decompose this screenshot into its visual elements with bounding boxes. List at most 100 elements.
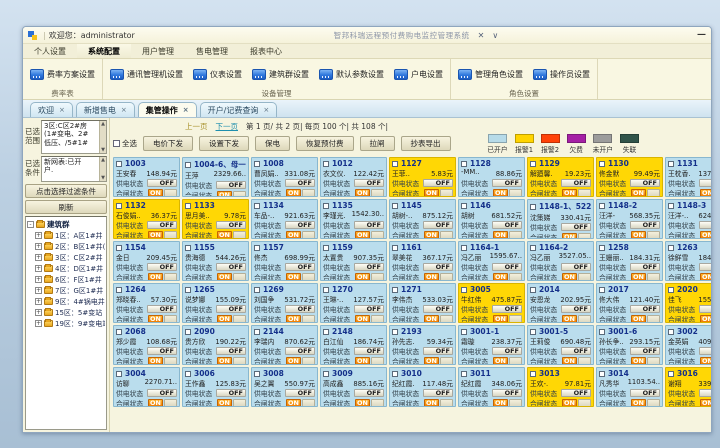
switch-on-button[interactable]: ON <box>562 233 577 239</box>
meter-card[interactable]: 3006王作鑫125.83元供电状态OFF合闸状态ON <box>182 367 249 407</box>
switch-on-button[interactable]: ON <box>700 399 711 407</box>
supply-off-button[interactable]: OFF <box>147 263 177 271</box>
supply-off-button[interactable]: OFF <box>630 179 660 187</box>
meter-card[interactable]: 1135李瑾光.1542.30..供电状态OFF合闸状态ON <box>320 199 387 239</box>
meter-card[interactable]: 3014凡秀华1103.54..供电状态OFF合闸状态ON <box>596 367 663 407</box>
card-checkbox[interactable] <box>530 161 536 167</box>
supply-off-button[interactable]: OFF <box>285 221 315 229</box>
meter-card[interactable]: 1146胡树681.52元供电状态OFF合闸状态ON <box>458 199 525 239</box>
expand-icon[interactable]: + <box>35 254 42 261</box>
switch-on-button[interactable]: ON <box>700 189 711 197</box>
expand-icon[interactable]: + <box>35 232 42 239</box>
meter-card[interactable]: 2144李瑞内870.62元供电状态OFF合闸状态ON <box>251 325 318 365</box>
ribbon-button-1-2[interactable]: 建筑群设置 <box>248 66 313 83</box>
card-checkbox[interactable] <box>185 329 191 335</box>
toolbar-button-0[interactable]: 电价下发 <box>143 136 193 151</box>
switch-on-button[interactable]: ON <box>148 315 163 323</box>
switch-on-button[interactable]: ON <box>355 189 370 197</box>
switch-on-button[interactable]: ON <box>355 357 370 365</box>
switch-on-button[interactable]: ON <box>631 231 646 239</box>
card-checkbox[interactable] <box>461 245 467 251</box>
meter-card[interactable]: 1148-3汪洋-..624.84元供电状态OFF合闸状态ON <box>665 199 711 239</box>
switch-on-button[interactable]: ON <box>355 315 370 323</box>
next-page-link[interactable]: 下一页 <box>216 121 239 132</box>
card-checkbox[interactable] <box>185 371 191 377</box>
card-checkbox[interactable] <box>323 161 329 167</box>
supply-off-button[interactable]: OFF <box>699 221 711 229</box>
card-checkbox[interactable] <box>116 161 122 167</box>
supply-off-button[interactable]: OFF <box>147 389 177 397</box>
switch-on-button[interactable]: ON <box>700 357 711 365</box>
meter-card[interactable]: 3010纪红霞.117.48元供电状态OFF合闸状态ON <box>389 367 456 407</box>
supply-off-button[interactable]: OFF <box>561 263 591 271</box>
card-checkbox[interactable] <box>323 287 329 293</box>
supply-off-button[interactable]: OFF <box>630 389 660 397</box>
supply-off-button[interactable]: OFF <box>354 347 384 355</box>
card-checkbox[interactable] <box>254 329 260 335</box>
card-checkbox[interactable] <box>392 245 398 251</box>
card-checkbox[interactable] <box>668 245 674 251</box>
switch-on-button[interactable]: ON <box>217 273 232 281</box>
meter-card[interactable]: 2014安恩龙202.95元供电状态OFF合闸状态ON <box>527 283 594 323</box>
card-checkbox[interactable] <box>668 161 674 167</box>
supply-off-button[interactable]: OFF <box>699 305 711 313</box>
close-icon[interactable]: ✕ <box>478 31 485 40</box>
card-checkbox[interactable] <box>254 203 260 209</box>
tree-item-7[interactable]: +15区：5#变站（3# <box>27 307 105 318</box>
tab-3[interactable]: 开户/记费查询× <box>200 102 278 117</box>
card-checkbox[interactable] <box>668 203 674 209</box>
meter-card[interactable]: 1127王菲..5.83元供电状态OFF合闸状态ON <box>389 157 456 197</box>
meter-card[interactable]: 1129解廼馨.19.23元供电状态OFF合闸状态ON <box>527 157 594 197</box>
card-checkbox[interactable] <box>116 203 122 209</box>
expand-icon[interactable]: + <box>35 243 42 250</box>
meter-card[interactable]: 3005牛红伟475.87元供电状态OFF合闸状态ON <box>458 283 525 323</box>
switch-on-button[interactable]: ON <box>562 357 577 365</box>
toolbar-button-1[interactable]: 设置下发 <box>199 136 249 151</box>
supply-off-button[interactable]: OFF <box>492 179 522 187</box>
card-checkbox[interactable] <box>530 204 536 210</box>
refresh-button[interactable]: 刷新 <box>25 200 107 214</box>
meter-card[interactable]: 1154金日209.45元供电状态OFF合闸状态ON <box>113 241 180 281</box>
meter-card[interactable]: 1134车品-..921.63元供电状态OFF合闸状态ON <box>251 199 318 239</box>
switch-on-button[interactable]: ON <box>355 231 370 239</box>
meter-card[interactable]: 3016谢翔339.29元供电状态OFF合闸状态ON <box>665 367 711 407</box>
card-checkbox[interactable] <box>254 161 260 167</box>
condition-listbox[interactable]: 新网表:已开户.▲▼ <box>41 156 107 182</box>
meter-card[interactable]: 2017佟大伟121.40元供电状态OFF合闸状态ON <box>596 283 663 323</box>
toolbar-button-2[interactable]: 保电 <box>255 136 290 151</box>
ribbon-button-1-1[interactable]: 仪表设置 <box>189 66 246 83</box>
supply-off-button[interactable]: OFF <box>216 263 246 271</box>
expand-icon[interactable]: + <box>35 309 42 316</box>
supply-off-button[interactable]: OFF <box>423 263 453 271</box>
supply-off-button[interactable]: OFF <box>354 221 384 229</box>
switch-on-button[interactable]: ON <box>493 357 508 365</box>
supply-off-button[interactable]: OFF <box>423 221 453 229</box>
card-checkbox[interactable] <box>323 245 329 251</box>
switch-on-button[interactable]: ON <box>148 231 163 239</box>
meter-card[interactable]: 1157佟杰698.99元供电状态OFF合闸状态ON <box>251 241 318 281</box>
card-checkbox[interactable] <box>185 162 191 168</box>
meter-card[interactable]: 1264郑晓春..57.30元供电状态OFF合闸状态ON <box>113 283 180 323</box>
switch-on-button[interactable]: ON <box>148 273 163 281</box>
card-checkbox[interactable] <box>185 287 191 293</box>
supply-off-button[interactable]: OFF <box>216 389 246 397</box>
menu-item-0[interactable]: 个人设置 <box>23 44 77 58</box>
switch-on-button[interactable]: ON <box>631 399 646 407</box>
meter-card[interactable]: 1133思月美..9.78元供电状态OFF合闸状态ON <box>182 199 249 239</box>
switch-on-button[interactable]: ON <box>562 399 577 407</box>
switch-on-button[interactable]: ON <box>355 399 370 407</box>
supply-off-button[interactable]: OFF <box>423 389 453 397</box>
tab-close-icon[interactable]: × <box>121 106 127 114</box>
card-checkbox[interactable] <box>254 245 260 251</box>
supply-off-button[interactable]: OFF <box>492 389 522 397</box>
card-checkbox[interactable] <box>530 371 536 377</box>
select-all[interactable]: 全选 <box>113 138 137 149</box>
tab-0[interactable]: 欢迎× <box>30 102 73 117</box>
card-checkbox[interactable] <box>392 161 398 167</box>
card-checkbox[interactable] <box>668 287 674 293</box>
supply-off-button[interactable]: OFF <box>492 347 522 355</box>
card-checkbox[interactable] <box>599 203 605 209</box>
ribbon-button-2-0[interactable]: 管理角色设置 <box>454 66 527 83</box>
condition-scrollbar[interactable]: ▲▼ <box>99 157 106 181</box>
supply-off-button[interactable]: OFF <box>285 179 315 187</box>
